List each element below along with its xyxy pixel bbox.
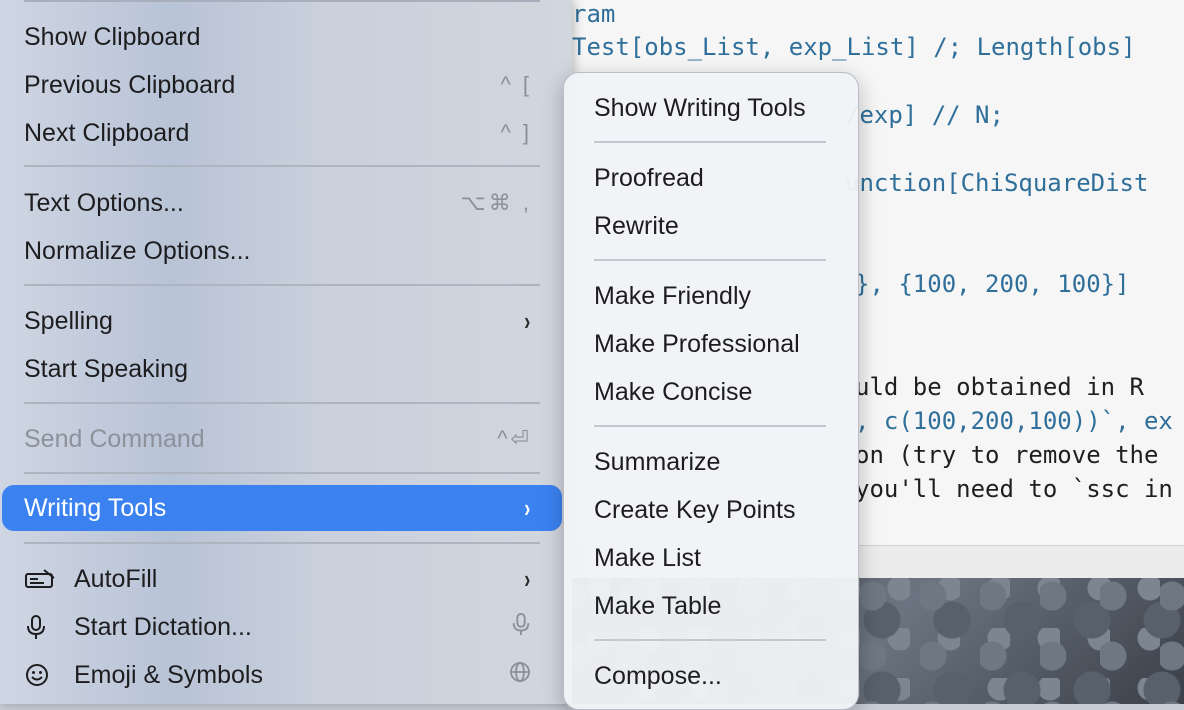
- writing-tools-submenu: Show Writing Tools Proofread Rewrite Mak…: [563, 72, 859, 710]
- submenu-item-summarize[interactable]: Summarize: [594, 440, 838, 484]
- submenu-item-proofread[interactable]: Proofread: [594, 156, 838, 200]
- code-line: }, {100, 200, 100}]: [855, 270, 1130, 298]
- submenu-item-compose[interactable]: Compose...: [594, 654, 838, 698]
- menu-item-writing-tools[interactable]: Writing Tools ›: [2, 485, 562, 531]
- submenu-item-show-writing-tools[interactable]: Show Writing Tools: [594, 86, 838, 130]
- menu-item-spelling[interactable]: Spelling ›: [2, 298, 562, 344]
- code-line: uld be obtained in R: [855, 373, 1144, 401]
- menu-item-show-clipboard[interactable]: Show Clipboard: [2, 14, 562, 60]
- shortcut-label: ⌥⌘ ,: [460, 190, 532, 215]
- menu-item-autofill[interactable]: AutoFill ›: [2, 556, 562, 602]
- menu-item-label: Compose...: [594, 661, 722, 690]
- submenu-item-make-table[interactable]: Make Table: [594, 584, 838, 628]
- menu-item-label: Create Key Points: [594, 495, 796, 524]
- chevron-right-icon: ›: [524, 563, 531, 594]
- submenu-item-make-friendly[interactable]: Make Friendly: [594, 274, 838, 318]
- chevron-right-icon: ›: [524, 305, 531, 336]
- menu-divider: [594, 259, 826, 261]
- submenu-item-make-concise[interactable]: Make Concise: [594, 370, 838, 414]
- menu-divider: [594, 639, 826, 641]
- menu-item-label: Make Concise: [594, 377, 753, 406]
- menu-item-label: Make List: [594, 543, 701, 572]
- smiley-icon: [24, 662, 74, 688]
- menu-item-label: Make Friendly: [594, 281, 751, 310]
- menu-divider: [594, 141, 826, 143]
- context-menu: Show Clipboard Previous Clipboard ^ [ Ne…: [0, 0, 572, 704]
- menu-item-start-speaking[interactable]: Start Speaking: [2, 346, 562, 392]
- microphone-icon: [510, 611, 532, 644]
- microphone-icon: [24, 614, 74, 640]
- chevron-right-icon: ›: [524, 492, 531, 523]
- menu-item-label: Start Dictation...: [74, 612, 252, 641]
- code-line: /exp] // N;: [845, 101, 1004, 129]
- globe-icon: [508, 660, 532, 691]
- menu-item-send-command: Send Command ^⏎: [2, 416, 562, 462]
- menu-item-label: Text Options...: [24, 188, 184, 217]
- menu-item-label: Normalize Options...: [24, 236, 251, 265]
- menu-item-label: Writing Tools: [24, 493, 167, 522]
- menu-divider: [24, 284, 540, 286]
- menu-item-label: Rewrite: [594, 211, 679, 240]
- submenu-item-make-list[interactable]: Make List: [594, 536, 838, 580]
- menu-divider: [24, 402, 540, 404]
- menu-item-label: Make Table: [594, 591, 722, 620]
- code-line: you'll need to `ssc in: [855, 475, 1173, 503]
- menu-item-label: Previous Clipboard: [24, 70, 236, 99]
- menu-divider: [24, 165, 540, 167]
- submenu-item-make-professional[interactable]: Make Professional: [594, 322, 838, 366]
- menu-item-next-clipboard[interactable]: Next Clipboard ^ ]: [2, 110, 562, 156]
- menu-item-label: Start Speaking: [24, 354, 188, 383]
- menu-item-label: Show Clipboard: [24, 22, 201, 51]
- menu-item-label: Spelling: [24, 306, 113, 335]
- submenu-item-create-key-points[interactable]: Create Key Points: [594, 488, 838, 532]
- menu-item-label: Show Writing Tools: [594, 93, 806, 122]
- shortcut-label: ^ ]: [500, 120, 532, 145]
- shortcut-label: ^ [: [500, 72, 532, 97]
- code-line: Test[obs_List, exp_List] /; Length[obs]: [572, 33, 1136, 61]
- menu-item-normalize-options[interactable]: Normalize Options...: [2, 228, 562, 274]
- menu-divider: [594, 425, 826, 427]
- menu-item-label: Summarize: [594, 447, 721, 476]
- menu-item-label: Next Clipboard: [24, 118, 190, 147]
- menu-item-emoji-symbols[interactable]: Emoji & Symbols: [2, 652, 562, 698]
- code-line: ram: [572, 0, 616, 28]
- menu-item-start-dictation[interactable]: Start Dictation...: [2, 604, 562, 650]
- shortcut-label: ^⏎: [497, 426, 532, 451]
- menu-divider: [24, 542, 540, 544]
- menu-item-label: Make Professional: [594, 329, 800, 358]
- menu-item-previous-clipboard[interactable]: Previous Clipboard ^ [: [2, 62, 562, 108]
- code-line: unction[ChiSquareDist: [845, 169, 1149, 197]
- menu-item-label: Emoji & Symbols: [74, 660, 263, 689]
- menu-item-text-options[interactable]: Text Options... ⌥⌘ ,: [2, 180, 562, 226]
- menu-item-label: Send Command: [24, 424, 205, 453]
- menu-divider: [24, 0, 540, 2]
- menu-item-label: AutoFill: [74, 564, 158, 593]
- code-line: , c(100,200,100))`, ex: [855, 407, 1173, 435]
- menu-divider: [24, 472, 540, 474]
- menu-item-label: Proofread: [594, 163, 704, 192]
- submenu-item-rewrite[interactable]: Rewrite: [594, 204, 838, 248]
- autofill-keyboard-icon: [24, 568, 74, 590]
- code-line: on (try to remove the: [855, 441, 1159, 469]
